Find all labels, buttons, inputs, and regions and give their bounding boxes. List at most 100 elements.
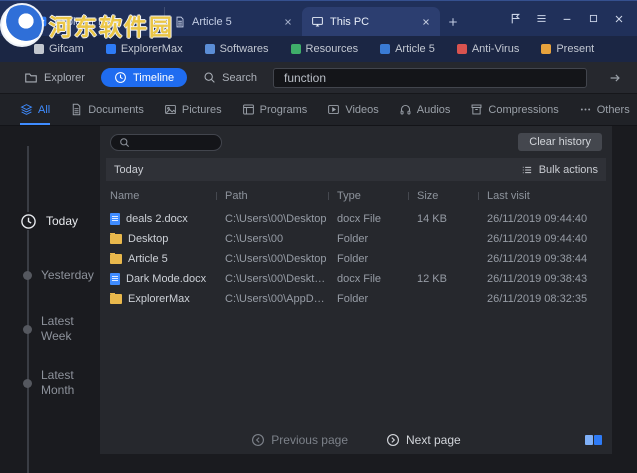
filter-others[interactable]: Others xyxy=(579,94,630,125)
column-last-visit[interactable]: Last visit xyxy=(478,190,612,202)
filter-audios[interactable]: Audios xyxy=(399,94,451,125)
menu-icon[interactable] xyxy=(529,7,553,31)
filter-label: Programs xyxy=(260,104,308,116)
file-path: C:\Users\00\AppData\ xyxy=(216,293,328,305)
file-type: docx File xyxy=(328,273,408,285)
clock-icon xyxy=(114,71,127,84)
next-circle-icon xyxy=(386,433,400,447)
next-page-button[interactable]: Next page xyxy=(386,433,461,447)
list-icon xyxy=(521,164,533,176)
table-row[interactable]: Article 5 C:\Users\00\Desktop Folder 26/… xyxy=(100,249,612,269)
timeline-node-yesterday[interactable]: Yesterday xyxy=(0,268,93,283)
filter-label: Documents xyxy=(88,104,144,116)
archive-icon xyxy=(470,103,483,116)
file-path: C:\Users\00\Desktop\ xyxy=(216,273,328,285)
folder-icon xyxy=(110,234,122,244)
search-mode-button[interactable]: Search xyxy=(203,71,257,84)
bookmark-explorermax[interactable]: ExplorerMax xyxy=(106,43,183,55)
go-arrow-icon[interactable] xyxy=(603,66,627,90)
file-size: 14 KB xyxy=(408,213,478,225)
document-icon xyxy=(174,16,186,28)
tab-this-pc[interactable]: This PC xyxy=(302,7,440,36)
titlebar: Explorer Max Article 5 This PC xyxy=(0,0,637,36)
filter-videos[interactable]: Videos xyxy=(327,94,378,125)
table-row[interactable]: Desktop C:\Users\00 Folder 26/11/2019 09… xyxy=(100,229,612,249)
tab-article-5[interactable]: Article 5 xyxy=(164,7,302,36)
filter-label: All xyxy=(38,104,50,116)
rail-label: Latest Week xyxy=(41,314,93,344)
file-last-visit: 26/11/2019 09:38:43 xyxy=(478,273,612,285)
folder-icon xyxy=(24,71,38,85)
tab-label: This PC xyxy=(330,16,415,28)
bookmark-label: Present xyxy=(556,43,594,55)
app-logo-icon xyxy=(35,15,48,28)
close-icon[interactable] xyxy=(607,7,631,31)
filter-programs[interactable]: Programs xyxy=(242,94,308,125)
previous-page-label: Previous page xyxy=(271,433,348,447)
timeline-node-latest-month[interactable]: Latest Month xyxy=(0,368,93,398)
clear-history-button[interactable]: Clear history xyxy=(518,133,602,151)
column-size[interactable]: Size xyxy=(408,190,478,202)
monitor-icon xyxy=(311,15,324,28)
filter-pictures[interactable]: Pictures xyxy=(164,94,222,125)
file-path: C:\Users\00\Desktop xyxy=(216,213,328,225)
timeline-content-panel: Clear history Today Bulk actions Name Pa… xyxy=(100,126,612,454)
timeline-node-latest-week[interactable]: Latest Week xyxy=(0,314,93,344)
tab-label: Article 5 xyxy=(192,16,277,28)
bookmark-article-5[interactable]: Article 5 xyxy=(380,43,435,55)
table-row[interactable]: ExplorerMax C:\Users\00\AppData\ Folder … xyxy=(100,289,612,309)
grid-view-toggle-icon[interactable] xyxy=(585,435,602,445)
column-name[interactable]: Name xyxy=(110,190,216,202)
headphones-icon xyxy=(399,103,412,116)
close-icon[interactable] xyxy=(421,17,431,27)
ellipsis-icon xyxy=(579,103,592,116)
panel-header: Clear history xyxy=(100,126,612,156)
filter-documents[interactable]: Documents xyxy=(70,94,144,125)
maximize-icon[interactable] xyxy=(581,7,605,31)
timeline-rail-line xyxy=(27,146,29,473)
filter-compressions[interactable]: Compressions xyxy=(470,94,558,125)
favicon xyxy=(380,44,390,54)
bookmark-label: Gifcam xyxy=(49,43,84,55)
column-path[interactable]: Path xyxy=(216,190,328,202)
column-type[interactable]: Type xyxy=(328,190,408,202)
timeline-node-today[interactable]: Today xyxy=(0,212,98,230)
file-last-visit: 26/11/2019 09:44:40 xyxy=(478,213,612,225)
file-path: C:\Users\00 xyxy=(216,233,328,245)
close-icon[interactable] xyxy=(283,17,293,27)
bookmark-label: Resources xyxy=(306,43,359,55)
tab-explorer-max[interactable]: Explorer Max xyxy=(26,7,164,36)
new-tab-button[interactable] xyxy=(440,7,466,36)
bookmark-softwares[interactable]: Softwares xyxy=(205,43,269,55)
bookmark-anti-virus[interactable]: Anti-Virus xyxy=(457,43,519,55)
rail-label: Latest Month xyxy=(41,368,93,398)
favicon xyxy=(541,44,551,54)
table-row[interactable]: Dark Mode.docx C:\Users\00\Desktop\ docx… xyxy=(100,269,612,289)
favicon xyxy=(205,44,215,54)
pagination: Previous page Next page xyxy=(100,433,612,447)
table-row[interactable]: deals 2.docx C:\Users\00\Desktop docx Fi… xyxy=(100,209,612,229)
explorer-label: Explorer xyxy=(44,72,85,84)
bookmark-resources[interactable]: Resources xyxy=(291,43,359,55)
filter-label: Pictures xyxy=(182,104,222,116)
search-query-input[interactable] xyxy=(273,68,587,88)
bulk-actions-button[interactable]: Bulk actions xyxy=(521,164,598,176)
search-icon xyxy=(119,137,130,148)
explorer-mode-button[interactable]: Explorer xyxy=(24,71,85,85)
window-controls xyxy=(503,1,637,36)
tab-strip: Explorer Max Article 5 This PC xyxy=(0,1,503,36)
rail-label: Today xyxy=(46,214,98,229)
filter-search-input[interactable] xyxy=(110,134,222,151)
timeline-mode-button[interactable]: Timeline xyxy=(101,68,187,87)
minimize-icon[interactable] xyxy=(555,7,579,31)
bookmark-gifcam[interactable]: Gifcam xyxy=(34,43,84,55)
bookmark-present[interactable]: Present xyxy=(541,43,594,55)
bookmark-label: Softwares xyxy=(220,43,269,55)
view-pane-right xyxy=(594,435,602,445)
favicon xyxy=(291,44,301,54)
tab-label: Explorer Max xyxy=(54,16,155,28)
flag-icon[interactable] xyxy=(503,7,527,31)
document-icon xyxy=(70,103,83,116)
previous-page-button[interactable]: Previous page xyxy=(251,433,348,447)
filter-all[interactable]: All xyxy=(20,94,50,125)
